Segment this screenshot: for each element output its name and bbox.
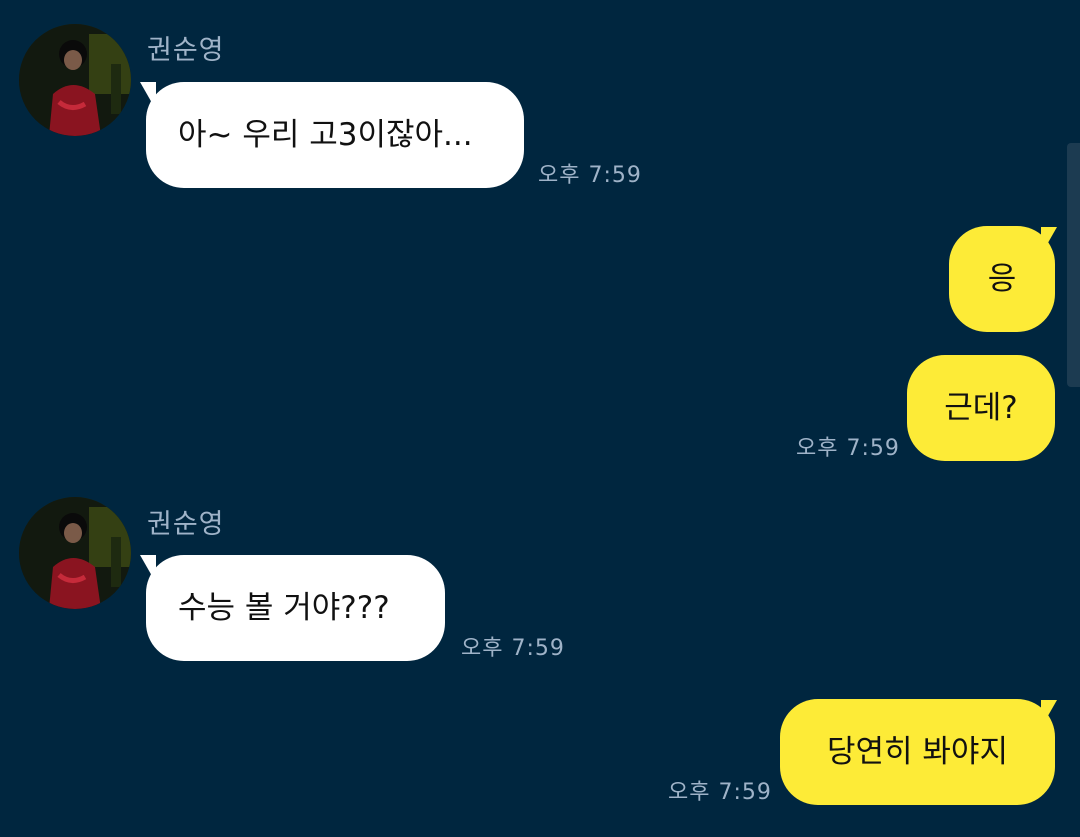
sender-avatar[interactable] — [19, 497, 131, 609]
chat-thread: 권순영 아~ 우리 고3이잖아... 오후 7:59 응 근데? 오후 7:59… — [0, 0, 1080, 837]
message-text: 당연히 봐야지 — [827, 733, 1008, 770]
message-text: 근데? — [944, 389, 1018, 426]
message-timestamp: 오후 7:59 — [796, 436, 900, 461]
sender-name: 권순영 — [147, 35, 225, 66]
message-bubble-outgoing[interactable]: 응 — [949, 226, 1055, 332]
message-timestamp: 오후 7:59 — [538, 163, 642, 188]
profile-photo-icon — [19, 497, 131, 609]
message-bubble-outgoing[interactable]: 근데? — [907, 355, 1055, 461]
message-timestamp: 오후 7:59 — [668, 780, 772, 805]
scrollbar[interactable] — [1067, 143, 1080, 387]
message-text: 아~ 우리 고3이잖아... — [178, 116, 473, 153]
message-bubble-incoming[interactable]: 아~ 우리 고3이잖아... — [146, 82, 524, 188]
message-text: 수능 볼 거야??? — [178, 589, 390, 626]
message-bubble-incoming[interactable]: 수능 볼 거야??? — [146, 555, 445, 661]
profile-photo-icon — [19, 24, 131, 136]
message-bubble-outgoing[interactable]: 당연히 봐야지 — [780, 699, 1055, 805]
sender-avatar[interactable] — [19, 24, 131, 136]
message-text: 응 — [987, 260, 1017, 297]
message-timestamp: 오후 7:59 — [461, 636, 565, 661]
sender-name: 권순영 — [147, 509, 225, 540]
